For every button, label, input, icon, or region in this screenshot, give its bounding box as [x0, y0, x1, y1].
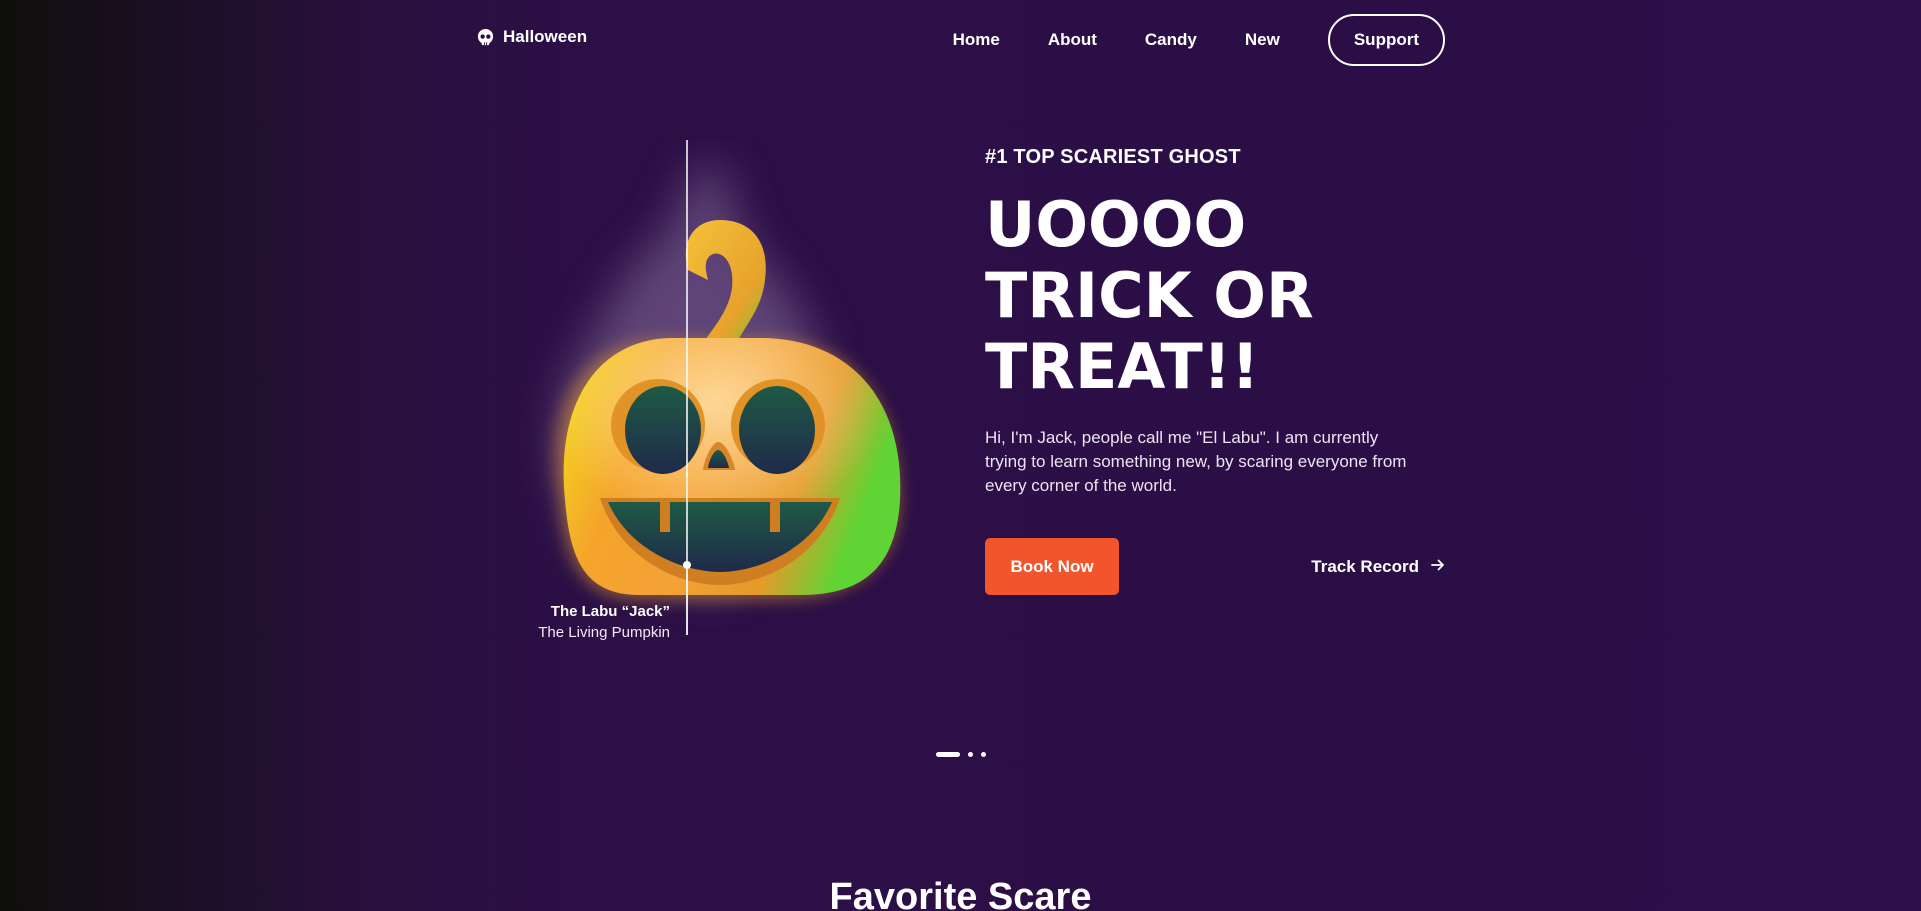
caption-title: The Labu “Jack”: [550, 603, 670, 620]
headline-line: UOOOO: [985, 188, 1247, 261]
carousel-dot-active[interactable]: [936, 752, 960, 757]
caption-subtitle: The Living Pumpkin: [538, 624, 670, 641]
headline-line: TREAT!!: [985, 330, 1260, 403]
hero-actions: Book Now Track Record: [985, 538, 1445, 596]
support-button[interactable]: Support: [1327, 14, 1445, 66]
hero-kicker: #1 TOP SCARIEST GHOST: [985, 146, 1241, 168]
carousel-dot[interactable]: [981, 752, 986, 757]
pumpkin-caption: The Labu “Jack” The Living Pumpkin: [480, 602, 670, 644]
book-now-button[interactable]: Book Now: [985, 538, 1119, 595]
track-record-link[interactable]: Track Record: [1311, 538, 1445, 595]
nav-link-about[interactable]: About: [1048, 30, 1097, 50]
skull-icon: [476, 28, 495, 47]
arrow-right-icon: [1431, 557, 1445, 577]
hero-description: Hi, I'm Jack, people call me "El Labu". …: [985, 428, 1407, 495]
hero-headline: UOOOO TRICK OR TREAT!!: [985, 189, 1445, 402]
brand-name: Halloween: [503, 27, 588, 46]
nav-link-home[interactable]: Home: [953, 30, 1000, 50]
nav-links: Home About Candy New Support: [953, 14, 1445, 66]
hero-content: #1 TOP SCARIEST GHOST UOOOO TRICK OR TRE…: [985, 146, 1445, 596]
carousel-indicators: [936, 752, 986, 757]
page: Halloween Home About Candy New Support T…: [0, 0, 1921, 911]
section-title: Favorite Scare: [829, 876, 1092, 911]
nav-link-candy[interactable]: Candy: [1145, 30, 1197, 50]
carousel-dot[interactable]: [968, 752, 973, 757]
pumpkin-illustration: [480, 140, 940, 660]
nav-link-new[interactable]: New: [1245, 30, 1280, 50]
brand-logo[interactable]: Halloween: [476, 27, 587, 47]
headline-line: TRICK OR: [985, 259, 1314, 332]
track-record-label: Track Record: [1311, 556, 1419, 576]
top-navigation: Halloween Home About Candy New Support: [476, 14, 1445, 66]
